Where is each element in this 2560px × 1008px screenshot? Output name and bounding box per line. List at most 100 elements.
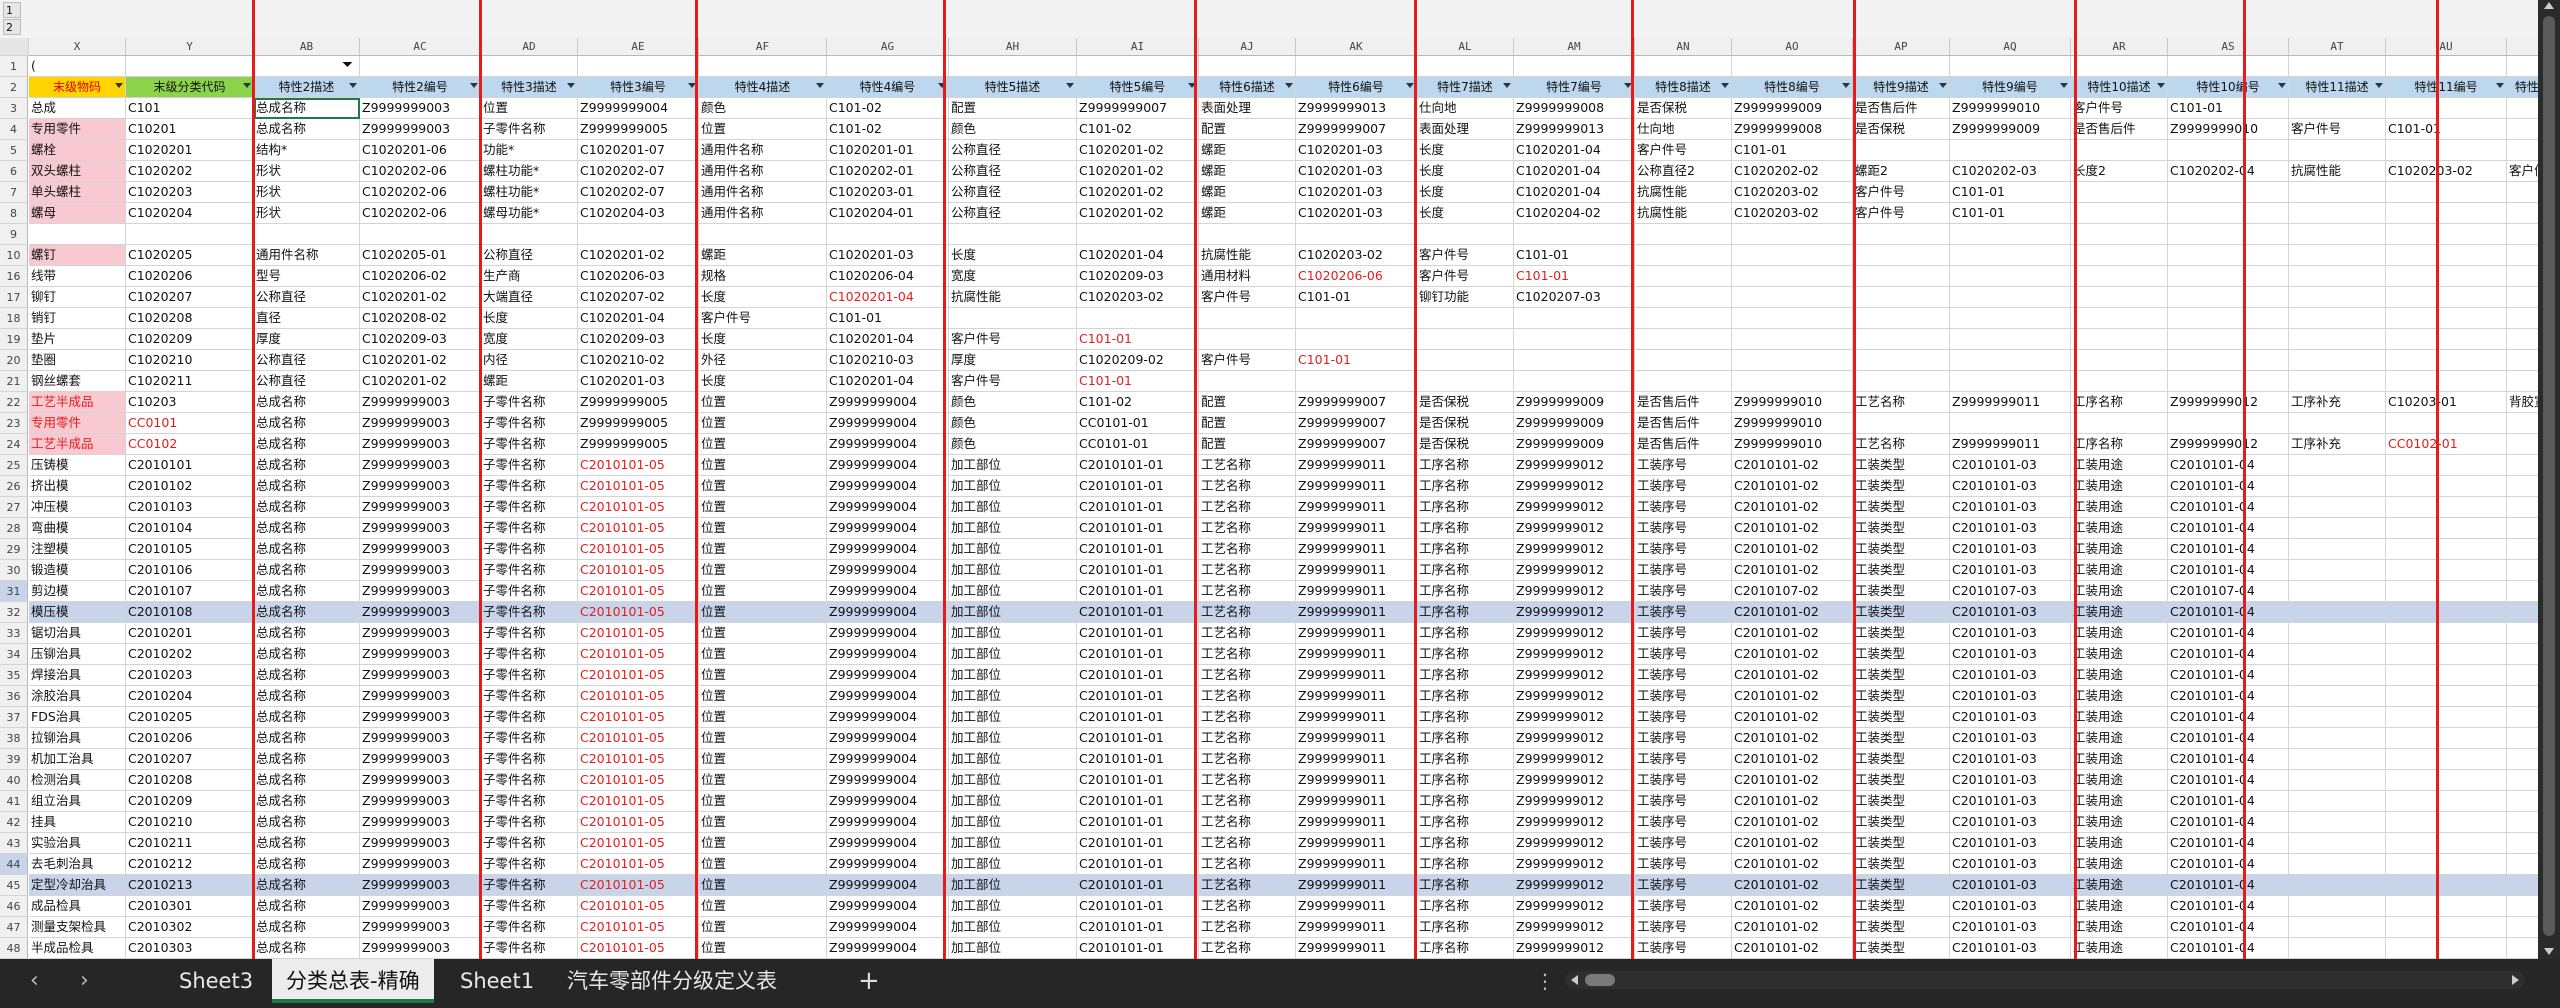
- table-cell[interactable]: 半成品检具: [29, 938, 126, 959]
- table-cell[interactable]: 形状: [254, 203, 360, 224]
- row-header[interactable]: 41: [0, 791, 28, 812]
- table-cell[interactable]: 螺距: [1199, 161, 1296, 182]
- table-cell[interactable]: Z9999999012: [1514, 875, 1635, 896]
- table-cell[interactable]: 总成名称: [254, 497, 360, 518]
- table-cell[interactable]: 工装用途: [2071, 854, 2168, 875]
- table-cell[interactable]: C1020205: [126, 245, 254, 266]
- table-cell[interactable]: FDS治具: [29, 707, 126, 728]
- table-cell[interactable]: C2010107-03: [1950, 581, 2071, 602]
- table-cell[interactable]: 工装序号: [1635, 728, 1732, 749]
- table-cell[interactable]: Z9999999004: [827, 854, 949, 875]
- table-cell[interactable]: [2168, 140, 2289, 161]
- table-cell[interactable]: [1732, 56, 1853, 77]
- table-cell[interactable]: 工装类型: [1853, 707, 1950, 728]
- table-cell[interactable]: [2507, 770, 2538, 791]
- table-cell[interactable]: C2010101-03: [1950, 476, 2071, 497]
- table-cell[interactable]: [1077, 224, 1199, 245]
- table-cell[interactable]: [2071, 329, 2168, 350]
- table-cell[interactable]: C2010101-03: [1950, 707, 2071, 728]
- table-cell[interactable]: [2386, 518, 2507, 539]
- table-cell[interactable]: 工艺名称: [1199, 602, 1296, 623]
- table-cell[interactable]: 工装序号: [1635, 497, 1732, 518]
- table-cell[interactable]: 注塑模: [29, 539, 126, 560]
- table-cell[interactable]: [2386, 728, 2507, 749]
- table-cell[interactable]: C2010101-03: [1950, 602, 2071, 623]
- table-cell[interactable]: 子零件名称: [481, 455, 578, 476]
- table-cell[interactable]: 长度: [1417, 140, 1514, 161]
- table-cell[interactable]: [1853, 266, 1950, 287]
- tab-sheet1[interactable]: Sheet1: [446, 959, 548, 1003]
- table-cell[interactable]: Z9999999004: [827, 665, 949, 686]
- row-header[interactable]: 10: [0, 245, 28, 266]
- table-cell[interactable]: 工装类型: [1853, 581, 1950, 602]
- table-cell[interactable]: [2168, 56, 2289, 77]
- table-cell[interactable]: 是否保税: [1417, 413, 1514, 434]
- table-cell[interactable]: [2289, 875, 2386, 896]
- table-cell[interactable]: [1635, 287, 1732, 308]
- table-cell[interactable]: C2010101-05: [578, 917, 699, 938]
- table-cell[interactable]: Z9999999003: [360, 434, 481, 455]
- table-cell[interactable]: [2168, 182, 2289, 203]
- table-cell[interactable]: 子零件名称: [481, 917, 578, 938]
- table-cell[interactable]: 螺柱功能*: [481, 161, 578, 182]
- table-cell[interactable]: 总成名称: [254, 938, 360, 959]
- table-cell[interactable]: C2010104: [126, 518, 254, 539]
- table-cell[interactable]: [1514, 308, 1635, 329]
- table-cell[interactable]: 单头螺柱: [29, 182, 126, 203]
- table-cell[interactable]: Z9999999004: [827, 476, 949, 497]
- table-cell[interactable]: 结构*: [254, 140, 360, 161]
- table-cell[interactable]: Z9999999003: [360, 833, 481, 854]
- table-cell[interactable]: 工装用途: [2071, 875, 2168, 896]
- table-cell[interactable]: C2010203: [126, 665, 254, 686]
- table-cell[interactable]: 双头螺柱: [29, 161, 126, 182]
- column-header-X[interactable]: X: [29, 38, 126, 56]
- table-cell[interactable]: 工装类型: [1853, 728, 1950, 749]
- table-cell[interactable]: [2507, 413, 2538, 434]
- table-cell[interactable]: C2010101-01: [1077, 476, 1199, 497]
- table-cell[interactable]: 加工部位: [949, 749, 1077, 770]
- table-cell[interactable]: Z9999999004: [827, 686, 949, 707]
- column-header-AJ[interactable]: AJ: [1199, 38, 1296, 56]
- table-cell[interactable]: [2386, 539, 2507, 560]
- table-cell[interactable]: 子零件名称: [481, 623, 578, 644]
- table-cell[interactable]: Z9999999012: [1514, 518, 1635, 539]
- table-cell[interactable]: C2010204: [126, 686, 254, 707]
- table-cell[interactable]: C1020209-03: [360, 329, 481, 350]
- table-cell[interactable]: 长度: [481, 308, 578, 329]
- table-cell[interactable]: [2071, 56, 2168, 77]
- table-cell[interactable]: C1020210: [126, 350, 254, 371]
- table-cell[interactable]: 工装类型: [1853, 791, 1950, 812]
- table-cell[interactable]: 位置: [699, 434, 827, 455]
- table-cell[interactable]: [2289, 518, 2386, 539]
- table-cell[interactable]: C1020203-02: [1077, 287, 1199, 308]
- table-cell[interactable]: 生产商: [481, 266, 578, 287]
- table-cell[interactable]: [2289, 623, 2386, 644]
- table-cell[interactable]: Z9999999011: [1296, 602, 1417, 623]
- table-cell[interactable]: [1950, 140, 2071, 161]
- table-cell[interactable]: [2289, 602, 2386, 623]
- table-cell[interactable]: 工装类型: [1853, 518, 1950, 539]
- table-cell[interactable]: C1020201-04: [578, 308, 699, 329]
- table-cell[interactable]: 加工部位: [949, 560, 1077, 581]
- table-cell[interactable]: C1020201-02: [1077, 182, 1199, 203]
- table-cell[interactable]: Z9999999003: [360, 518, 481, 539]
- table-cell[interactable]: 加工部位: [949, 518, 1077, 539]
- table-cell[interactable]: 工艺名称: [1199, 560, 1296, 581]
- table-cell[interactable]: 工装序号: [1635, 476, 1732, 497]
- table-cell[interactable]: CC0101-01: [1077, 413, 1199, 434]
- table-cell[interactable]: 工序名称: [1417, 749, 1514, 770]
- table-cell[interactable]: C1020202-06: [360, 161, 481, 182]
- table-cell[interactable]: C1020201-02: [360, 287, 481, 308]
- table-cell[interactable]: 工艺名称: [1199, 749, 1296, 770]
- table-cell[interactable]: 功能*: [481, 140, 578, 161]
- table-cell[interactable]: Z9999999004: [827, 497, 949, 518]
- filter-dropdown-icon[interactable]: [243, 83, 251, 88]
- table-cell[interactable]: 子零件名称: [481, 560, 578, 581]
- table-cell[interactable]: C2010101-05: [578, 812, 699, 833]
- table-cell[interactable]: Z9999999003: [360, 791, 481, 812]
- table-cell[interactable]: 长度: [699, 287, 827, 308]
- table-cell[interactable]: [2386, 749, 2507, 770]
- table-cell[interactable]: C2010201: [126, 623, 254, 644]
- table-cell[interactable]: 成品检具: [29, 896, 126, 917]
- table-cell[interactable]: [1077, 56, 1199, 77]
